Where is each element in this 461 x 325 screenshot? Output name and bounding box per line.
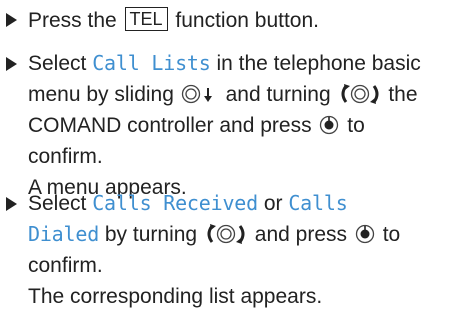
step-2-line-3-b: to — [341, 114, 365, 137]
step-2-line-2-b: and turning — [219, 83, 337, 106]
step-3-result-text: The corresponding list appears. — [28, 285, 323, 308]
controller-press-icon — [318, 114, 340, 145]
instruction-page: Press the TEL function button. Select Ca… — [0, 0, 461, 325]
step-2-line-4: confirm. — [28, 141, 103, 172]
menu-item-calls-dialed-part-1: Calls — [288, 191, 348, 215]
step-2-line-2-c: the — [382, 83, 418, 106]
step-3-line-2-a: by turning — [99, 223, 203, 246]
step-3-or-text: or — [257, 192, 289, 215]
tel-key-label: TEL — [124, 7, 168, 31]
step-3-line-2: Dialed by turning and press to — [28, 219, 400, 250]
step-3-confirm-text: confirm. — [28, 254, 103, 277]
step-3-line-2-c: to — [376, 223, 401, 246]
step-3-line-1: Select Calls Received or Calls — [28, 188, 348, 219]
step-2-line-2: menu by sliding and turning the — [28, 79, 418, 110]
menu-item-calls-received: Calls Received — [92, 191, 258, 215]
step-3-select-text: Select — [28, 192, 93, 215]
step-2-line-3-a: COMAND controller and press — [28, 114, 318, 137]
step-3-line-3: confirm. — [28, 250, 103, 281]
step-2-line-2-a: menu by sliding — [28, 83, 180, 106]
step-1-line-1: Press the TEL function button. — [28, 5, 319, 36]
step-1-text-pre: Press the — [28, 9, 123, 32]
menu-item-call-lists: Call Lists — [92, 51, 211, 75]
step-3-result: The corresponding list appears. — [28, 281, 322, 312]
step-2-select-text: Select — [28, 52, 93, 75]
step-2-line-1-rest: in the telephone basic — [210, 52, 421, 75]
arrow-right-icon — [6, 197, 17, 211]
controller-press-icon — [354, 223, 376, 254]
step-2-line-3: COMAND controller and press to — [28, 110, 365, 141]
step-1-text-post: function button. — [169, 9, 320, 32]
step-2-line-1: Select Call Lists in the telephone basic — [28, 48, 421, 79]
menu-item-calls-dialed-part-2: Dialed — [28, 222, 100, 246]
step-2-confirm-text: confirm. — [28, 145, 103, 168]
arrow-right-icon — [6, 13, 17, 27]
arrow-right-icon — [6, 57, 17, 71]
controller-turn-icon — [204, 223, 248, 254]
step-3-line-2-b: and press — [248, 223, 353, 246]
